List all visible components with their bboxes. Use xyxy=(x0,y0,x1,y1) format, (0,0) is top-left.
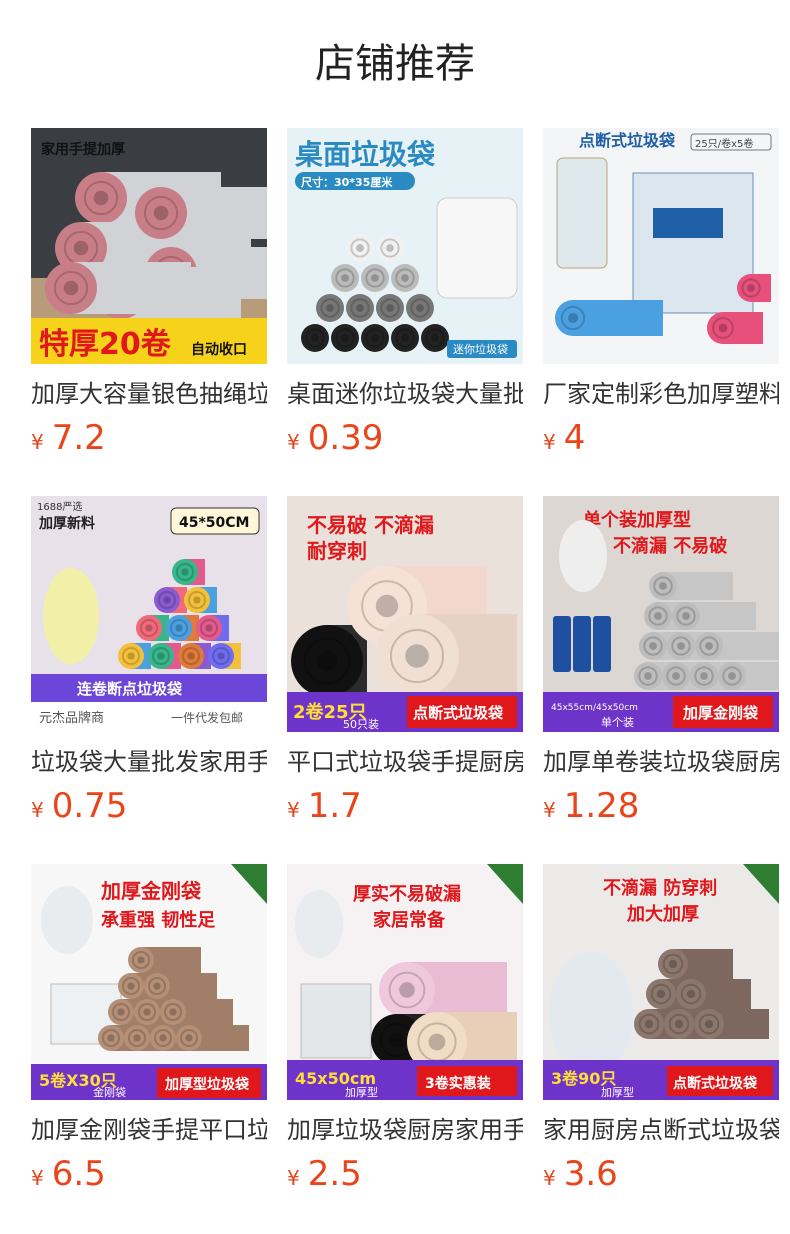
page-title: 店铺推荐 xyxy=(315,41,475,87)
image-caption: 家用手提加厚 xyxy=(41,141,125,158)
product-name[interactable]: 加厚金刚袋手提平口垃圾袋 xyxy=(31,1114,267,1146)
image-caption: 尺寸：30*35厘米 xyxy=(301,175,393,189)
price-value: 1.7 xyxy=(307,786,362,826)
price-value: 4 xyxy=(563,418,586,458)
image-caption: 加厚型 xyxy=(601,1085,634,1099)
price-value: 7.2 xyxy=(51,418,106,458)
image-caption: 点断式垃圾袋 xyxy=(579,131,676,150)
image-caption: 45*50CM xyxy=(179,515,250,531)
image-caption: 连卷断点垃圾袋 xyxy=(77,680,183,698)
product-price: ¥2.5 xyxy=(287,1154,523,1194)
image-caption: 点断式垃圾袋 xyxy=(673,1075,758,1092)
product-price: ¥1.7 xyxy=(287,786,523,826)
product-name[interactable]: 家用厨房点断式垃圾袋加厚 xyxy=(543,1114,779,1146)
product-price: ¥3.6 xyxy=(543,1154,779,1194)
currency-symbol: ¥ xyxy=(287,798,300,822)
image-caption: 自动收口 xyxy=(191,341,247,358)
product-card[interactable]: 不易破 不滴漏耐穿刺2卷25只50只装点断式垃圾袋 平口式垃圾袋手提厨房用 ¥1… xyxy=(287,496,523,864)
image-caption: 金刚袋 xyxy=(93,1085,126,1099)
image-caption: 50只装 xyxy=(343,718,379,731)
image-caption: 45x55cm/45x50cm xyxy=(551,703,638,713)
product-image[interactable]: 点断式垃圾袋 25只/卷x5卷 xyxy=(543,128,779,364)
product-card[interactable]: 厚实不易破漏家居常备45x50cm加厚型3卷实惠装 加厚垃圾袋厨房家用手提 ¥2… xyxy=(287,864,523,1232)
image-caption: 厚实不易破漏 xyxy=(353,883,461,905)
image-caption: 25只/卷x5卷 xyxy=(695,137,753,150)
product-image[interactable]: 不滴漏 防穿刺 加大加厚 3卷90只 加厚型 点断式垃圾袋 xyxy=(543,864,779,1100)
image-caption: 不易破 不滴漏 xyxy=(307,513,434,537)
product-grid: 家用手提加厚特厚20卷 自动收口 加厚大容量银色抽绳垃圾袋 ¥7.2 桌面垃圾袋尺… xyxy=(31,128,779,1232)
currency-symbol: ¥ xyxy=(543,798,556,822)
product-price: ¥1.28 xyxy=(543,786,779,826)
image-caption: 1688严选 xyxy=(37,500,82,513)
currency-symbol: ¥ xyxy=(31,798,44,822)
product-name[interactable]: 加厚垃圾袋厨房家用手提 xyxy=(287,1114,523,1146)
product-name[interactable]: 加厚大容量银色抽绳垃圾袋 xyxy=(31,378,267,410)
product-name[interactable]: 垃圾袋大量批发家用手提 xyxy=(31,746,267,778)
image-caption: 耐穿刺 xyxy=(307,539,367,563)
product-price: ¥7.2 xyxy=(31,418,267,458)
image-caption: 不滴漏 不易破 xyxy=(613,535,727,557)
product-card[interactable]: 1688严选加厚新料 45*50CM 连卷断点垃圾袋元杰品牌商 一件代发包邮 垃圾袋大… xyxy=(31,496,267,864)
product-image[interactable]: 厚实不易破漏 家居常备 45x50cm 加厚型 3卷实惠装 xyxy=(287,864,523,1100)
image-caption: 桌面垃圾袋 xyxy=(295,138,436,171)
currency-symbol: ¥ xyxy=(287,430,300,454)
image-caption: 元杰品牌商 xyxy=(39,710,104,726)
product-name[interactable]: 平口式垃圾袋手提厨房用 xyxy=(287,746,523,778)
product-card[interactable]: 加厚金刚袋承重强 韧性足5卷X30只金刚袋加厚型垃圾袋 加厚金刚袋手提平口垃圾袋… xyxy=(31,864,267,1232)
currency-symbol: ¥ xyxy=(31,430,44,454)
product-image[interactable]: 加厚金刚袋 承重强 韧性足 5卷X30只 金刚袋 加厚型垃圾袋 xyxy=(31,864,267,1100)
image-caption: 加大加厚 xyxy=(626,903,699,925)
image-caption: 承重强 韧性足 xyxy=(101,909,215,931)
image-caption: 加厚金刚袋 xyxy=(100,879,202,903)
image-caption: 单个装 xyxy=(601,716,634,729)
image-caption: 加厚金刚袋 xyxy=(682,704,759,722)
product-card[interactable]: 单个装加厚型不滴漏 不易破 45x55cm/45x50cm 单个装 加厚金刚袋 加厚单… xyxy=(543,496,779,864)
image-caption: 迷你垃圾袋 xyxy=(453,342,508,356)
currency-symbol: ¥ xyxy=(287,1166,300,1190)
product-image[interactable]: 家用手提加厚特厚20卷 自动收口 xyxy=(31,128,267,364)
product-card[interactable]: 桌面垃圾袋尺寸：30*35厘米迷你垃圾袋 桌面迷你垃圾袋大量批发 ¥0.39 xyxy=(287,128,523,496)
image-caption: 不滴漏 防穿刺 xyxy=(603,877,717,899)
image-caption: 3卷实惠装 xyxy=(425,1075,492,1092)
image-caption: 加厚型垃圾袋 xyxy=(164,1076,250,1093)
product-image[interactable]: 不易破 不滴漏 耐穿刺 2卷25只 50只装 点断式垃圾袋 xyxy=(287,496,523,732)
image-caption: 加厚型 xyxy=(345,1085,378,1099)
product-name[interactable]: 桌面迷你垃圾袋大量批发 xyxy=(287,378,523,410)
image-caption: 加厚新料 xyxy=(38,515,95,532)
product-image[interactable]: 1688严选加厚新料 45*50CM 连卷断点垃圾袋元杰品牌商 一件代发包邮 xyxy=(31,496,267,732)
price-value: 6.5 xyxy=(51,1154,106,1194)
product-name[interactable]: 加厚单卷装垃圾袋厨房用 xyxy=(543,746,779,778)
currency-symbol: ¥ xyxy=(543,430,556,454)
product-price: ¥6.5 xyxy=(31,1154,267,1194)
price-value: 3.6 xyxy=(563,1154,618,1194)
product-card[interactable]: 点断式垃圾袋 25只/卷x5卷 厂家定制彩色加厚塑料袋 ¥4 xyxy=(543,128,779,496)
product-price: ¥4 xyxy=(543,418,779,458)
image-caption: 点断式垃圾袋 xyxy=(413,704,504,722)
price-value: 0.75 xyxy=(51,786,128,826)
product-card[interactable]: 不滴漏 防穿刺加大加厚3卷90只加厚型点断式垃圾袋 家用厨房点断式垃圾袋加厚 ¥… xyxy=(543,864,779,1232)
image-caption: 家居常备 xyxy=(373,909,446,931)
price-value: 0.39 xyxy=(307,418,384,458)
product-image[interactable]: 单个装加厚型不滴漏 不易破 45x55cm/45x50cm 单个装 加厚金刚袋 xyxy=(543,496,779,732)
currency-symbol: ¥ xyxy=(543,1166,556,1190)
product-card[interactable]: 家用手提加厚特厚20卷 自动收口 加厚大容量银色抽绳垃圾袋 ¥7.2 xyxy=(31,128,267,496)
product-price: ¥0.39 xyxy=(287,418,523,458)
image-caption: 特厚20卷 xyxy=(39,327,172,362)
image-caption: 单个装加厚型 xyxy=(583,509,691,531)
currency-symbol: ¥ xyxy=(31,1166,44,1190)
price-value: 2.5 xyxy=(307,1154,362,1194)
image-caption: 一件代发包邮 xyxy=(171,710,243,725)
product-image[interactable]: 桌面垃圾袋尺寸：30*35厘米迷你垃圾袋 xyxy=(287,128,523,364)
price-value: 1.28 xyxy=(563,786,640,826)
product-name[interactable]: 厂家定制彩色加厚塑料袋 xyxy=(543,378,779,410)
product-price: ¥0.75 xyxy=(31,786,267,826)
